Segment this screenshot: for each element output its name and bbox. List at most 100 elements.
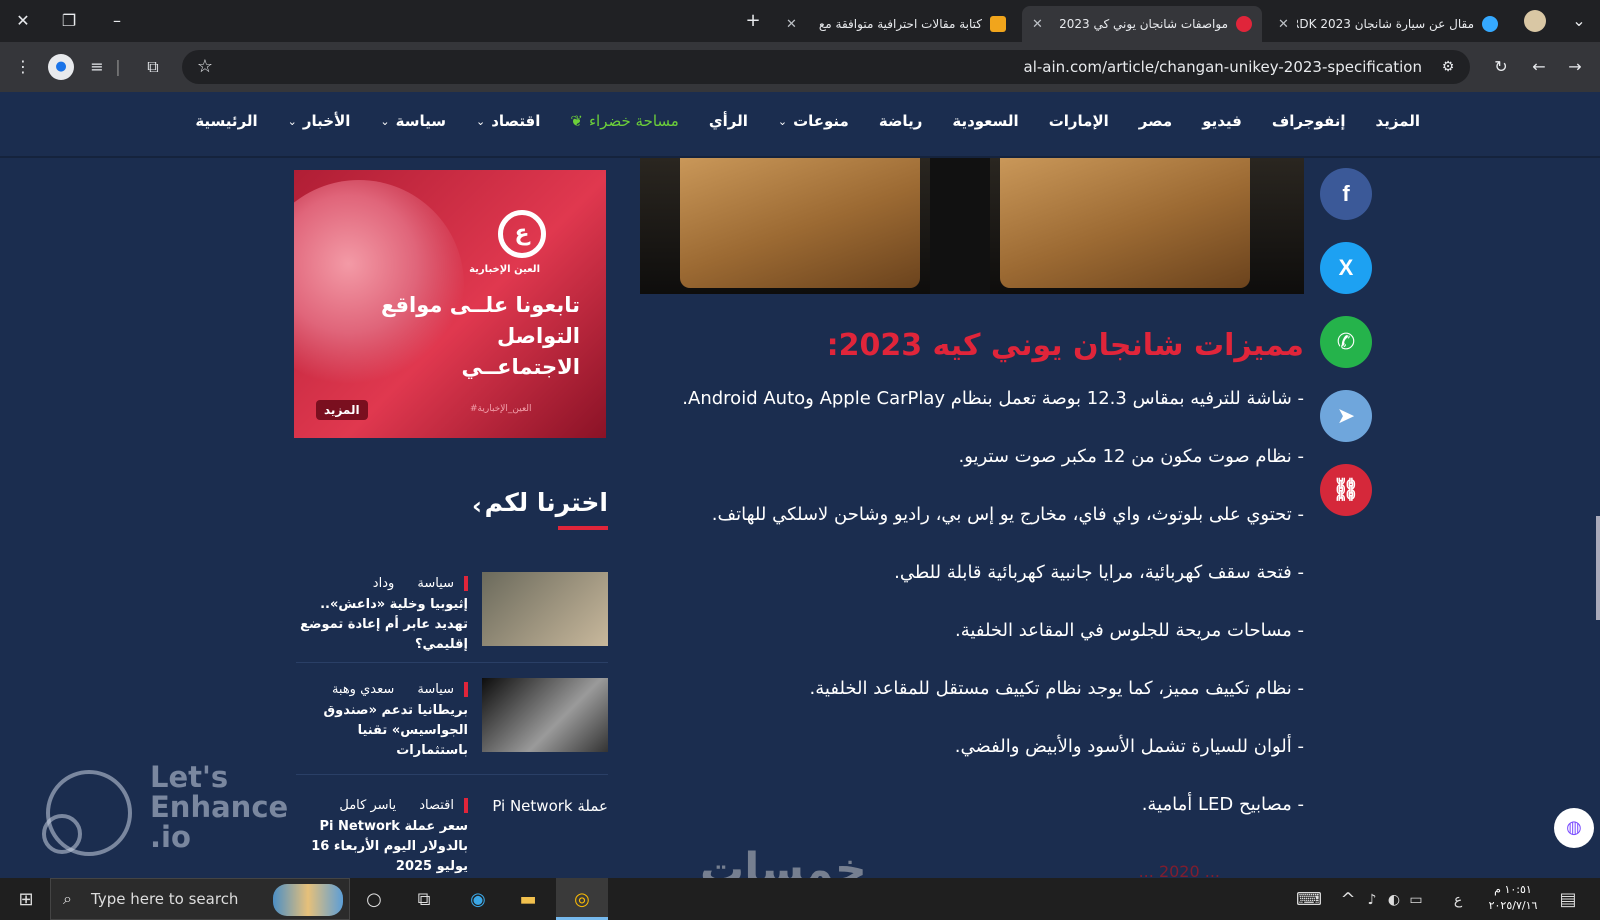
reload-icon[interactable]: ↻ xyxy=(1488,54,1514,80)
windows-start-icon[interactable]: ⊞ xyxy=(12,886,40,914)
chevron-down-icon: ⌄ xyxy=(380,114,390,128)
letsenhance-watermark: Let's Enhance .io xyxy=(42,762,288,858)
address-bar[interactable]: ☆ al-ain.com/article/changan-unikey-2023… xyxy=(182,50,1470,84)
url-text[interactable]: al-ain.com/article/changan-unikey-2023-s… xyxy=(1024,58,1422,76)
picked-article-card[interactable]: عملة Pi Network اقتصاد ياسر كامل سعر عمل… xyxy=(296,794,608,874)
network-icon[interactable]: ◐ xyxy=(1384,886,1404,914)
battery-icon[interactable]: ▭ xyxy=(1406,886,1426,914)
clock-time: ١٠:٥١ م xyxy=(1494,883,1532,896)
assistant-bubble-icon[interactable]: ◍ xyxy=(1554,808,1594,848)
promo-more-button[interactable]: المزيد xyxy=(316,400,368,420)
menu-kebab-icon[interactable]: ⋮ xyxy=(10,54,36,80)
social-follow-banner[interactable]: ع العين الإخبارية تابعونا علــى مواقع ال… xyxy=(294,170,606,438)
tab-search-chevron-down-icon[interactable]: ⌄ xyxy=(1566,8,1592,34)
chevron-down-icon: ⌄ xyxy=(777,114,788,128)
article-section-heading: مميزات شانجان يوني كيه 2023: xyxy=(826,328,1304,363)
telegram-share-icon[interactable]: ➤ xyxy=(1320,390,1372,442)
search-highlight-art xyxy=(273,884,343,916)
nav-item-label: إنفوجراف xyxy=(1271,112,1346,130)
nav-item[interactable]: الإمارات xyxy=(1049,112,1109,130)
nav-item[interactable]: فيديو xyxy=(1202,112,1242,130)
nav-item-label: فيديو xyxy=(1202,112,1242,130)
browser-toolbar: ⋮ ● ≡ | ⧉ ☆ al-ain.com/article/changan-u… xyxy=(0,42,1600,92)
chevron-down-icon: ⌄ xyxy=(287,114,297,128)
article-category[interactable]: سياسة xyxy=(417,576,468,591)
nav-item[interactable]: إنفوجراف xyxy=(1272,112,1346,130)
nav-item[interactable]: الرأي xyxy=(709,112,748,130)
article-title[interactable]: سعر عملة Pi Network بالدولار اليوم الأرب… xyxy=(298,817,468,877)
feature-list-item: - نظام صوت مكون من 12 مكبر صوت ستريو. xyxy=(958,446,1304,467)
extensions-puzzle-icon[interactable]: ⧉ xyxy=(140,54,166,80)
article-title[interactable]: بريطانيا تدعم «صندوق الجواسيس» تقنيا باس… xyxy=(298,701,468,761)
tab-favicon-icon xyxy=(1236,16,1252,32)
article-hero-image xyxy=(640,158,1304,294)
feature-list-item: - نظام تكييف مميز، كما يوجد نظام تكييف م… xyxy=(809,678,1304,699)
nav-item[interactable]: اقتصاد ⌄ xyxy=(476,112,540,130)
chevron-left-icon[interactable]: ‹ xyxy=(472,492,482,520)
edge-browser-icon[interactable]: ◉ xyxy=(464,886,492,914)
taskbar-search-placeholder: Type here to search xyxy=(91,890,239,908)
nav-item[interactable]: منوعات ⌄ xyxy=(778,112,849,130)
bookmark-star-icon[interactable]: ☆ xyxy=(192,54,218,80)
tab-article-tips[interactable]: ✕ كتابة مقالات احترافية متوافقة مع xyxy=(776,6,1016,42)
cortana-circle-icon[interactable]: ○ xyxy=(360,886,388,914)
feature-list: - شاشة للترفيه بمقاس 12.3 بوصة تعمل بنظا… xyxy=(644,385,1304,849)
forward-arrow-icon[interactable]: ← xyxy=(1526,54,1552,80)
profile-icon[interactable]: ● xyxy=(48,54,74,80)
restore-window-icon[interactable]: ❐ xyxy=(56,8,82,34)
tab-favicon-icon xyxy=(1482,16,1498,32)
x-share-icon[interactable]: X xyxy=(1320,242,1372,294)
task-view-icon[interactable]: ⧉ xyxy=(410,886,438,914)
article-category[interactable]: اقتصاد xyxy=(419,798,468,813)
nav-item[interactable]: الأخبار ⌄ xyxy=(288,112,351,130)
tab-title: مقال عن سيارة شانجان RDK 2023 xyxy=(1296,17,1474,31)
minimize-window-icon[interactable]: – xyxy=(104,8,130,34)
keyboard-icon[interactable]: ⌨ xyxy=(1292,886,1326,914)
nav-item[interactable]: الرئيسية xyxy=(195,112,257,130)
nav-item-label: المزيد xyxy=(1375,112,1420,130)
picked-article-card[interactable]: سياسة وداد إثيوبيا وخلية «داعش».. تهديد … xyxy=(296,572,608,652)
taskbar-clock[interactable]: ١٠:٥١ م ٢٠٢٥/٧/١٦ xyxy=(1484,882,1542,914)
facebook-share-icon[interactable]: f xyxy=(1320,168,1372,220)
input-language[interactable]: ع xyxy=(1448,886,1468,914)
feature-list-item: - شاشة للترفيه بمقاس 12.3 بوصة تعمل بنظا… xyxy=(682,388,1304,409)
copy-link-icon[interactable]: ⛓ xyxy=(1320,464,1372,516)
windows-taskbar: ⊞ ⌕ Type here to search ○ ⧉ ◉ ▬ ◎ ⌨ ^ ♪ … xyxy=(0,878,1600,920)
back-arrow-icon[interactable]: → xyxy=(1562,54,1588,80)
nav-item[interactable]: مساحة خضراء ❦ xyxy=(570,112,678,130)
close-tab-icon[interactable]: ✕ xyxy=(1278,17,1289,32)
site-navigation: الرئيسية الأخبار ⌄ سياسة ⌄ اقتصاد ⌄ مساحة خضراء… xyxy=(0,92,1600,158)
article-body: مميزات شانجان يوني كيه 2023: - شاشة للتر… xyxy=(644,328,1304,849)
notifications-icon[interactable]: ▤ xyxy=(1554,886,1582,914)
chrome-icon[interactable]: ◎ xyxy=(568,886,596,914)
article-title[interactable]: إثيوبيا وخلية «داعش».. تهديد عابر أم إعا… xyxy=(298,595,468,655)
new-tab-button[interactable]: + xyxy=(742,10,764,32)
volume-icon[interactable]: ♪ xyxy=(1362,886,1382,914)
site-settings-icon[interactable]: ⚙ xyxy=(1436,55,1460,79)
close-window-icon[interactable]: ✕ xyxy=(10,8,36,34)
close-tab-icon[interactable]: ✕ xyxy=(786,17,797,32)
nav-item[interactable]: السعودية xyxy=(952,112,1018,130)
nav-item[interactable]: مصر xyxy=(1139,112,1172,130)
article-category[interactable]: سياسة xyxy=(417,682,468,697)
picked-article-card[interactable]: سياسة سعدي وهبة بريطانيا تدعم «صندوق الج… xyxy=(296,678,608,758)
tab-changan-specs[interactable]: ✕ مواصفات شانجان يوني كي 2023 xyxy=(1022,6,1262,42)
profile-avatar-icon[interactable] xyxy=(1524,10,1546,32)
nav-item[interactable]: المزيد xyxy=(1376,112,1420,130)
nav-item[interactable]: سياسة ⌄ xyxy=(380,112,446,130)
page-scrollbar[interactable] xyxy=(1596,516,1600,620)
picks-underline xyxy=(558,526,608,530)
close-tab-icon[interactable]: ✕ xyxy=(1032,17,1043,32)
whatsapp-share-icon[interactable]: ✆ xyxy=(1320,316,1372,368)
file-explorer-icon[interactable]: ▬ xyxy=(514,886,542,914)
tab-favicon-icon xyxy=(990,16,1006,32)
nav-item-label: الرئيسية xyxy=(195,112,258,130)
reading-list-icon[interactable]: ≡ xyxy=(84,54,110,80)
show-hidden-icons-chevron-up-icon[interactable]: ^ xyxy=(1338,886,1358,914)
taskbar-search-box[interactable]: ⌕ Type here to search xyxy=(50,878,350,920)
nav-item[interactable]: رياضة xyxy=(879,112,923,130)
article-author: ياسر كامل xyxy=(339,798,397,813)
tab-changan-rdk[interactable]: ✕ مقال عن سيارة شانجان RDK 2023 xyxy=(1268,6,1508,42)
nav-item-label: منوعات xyxy=(793,112,849,130)
nav-item-label: الإمارات xyxy=(1048,112,1109,130)
